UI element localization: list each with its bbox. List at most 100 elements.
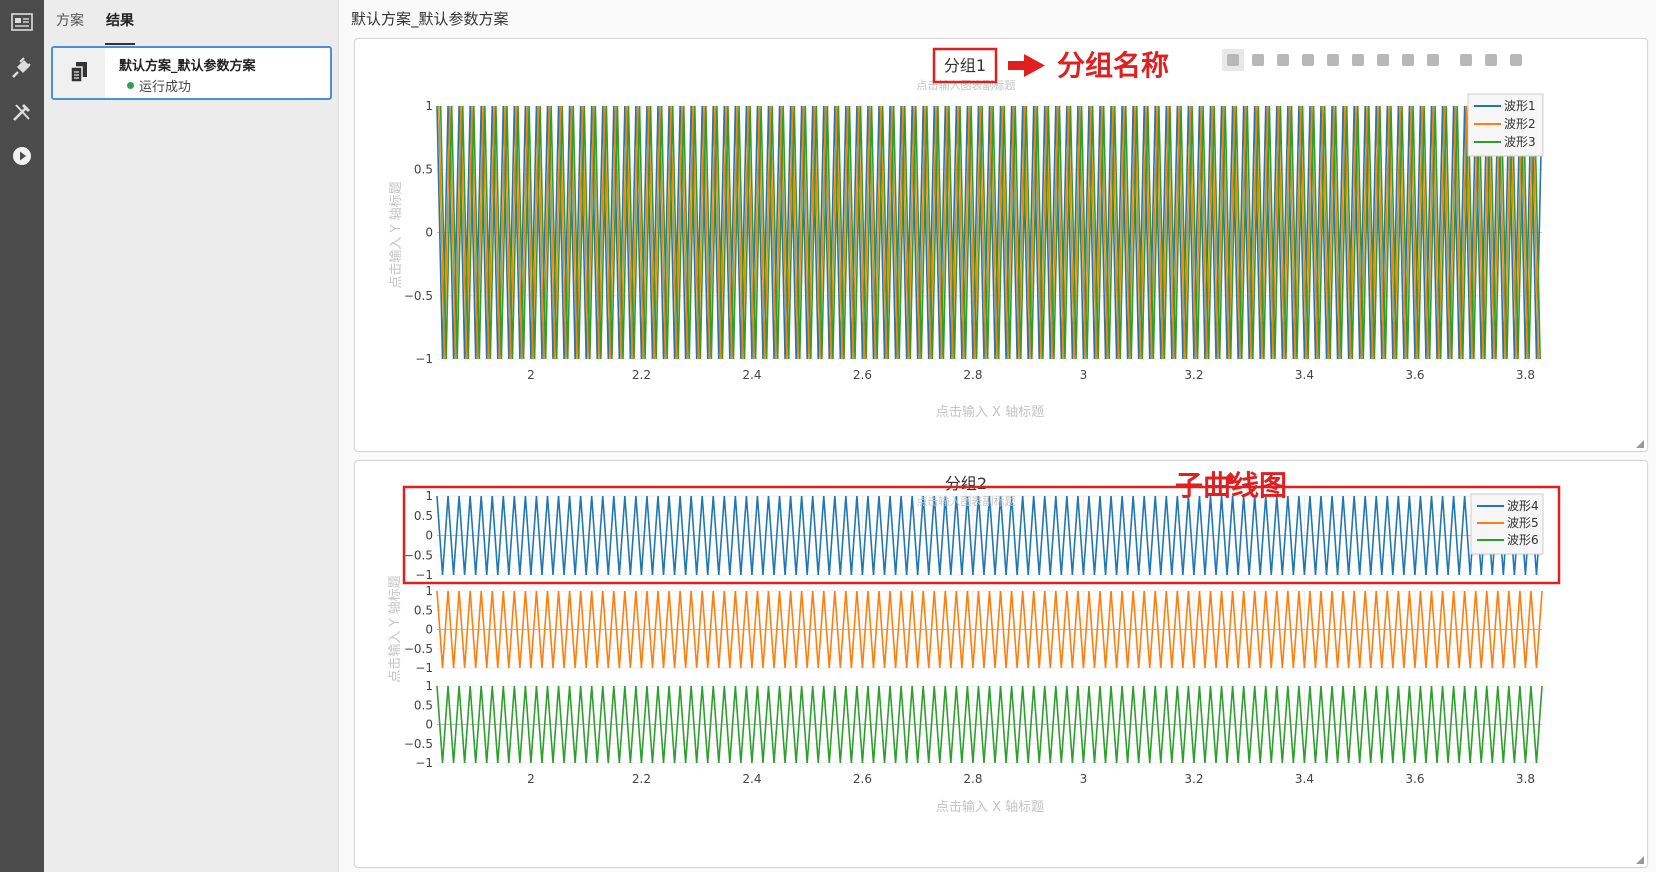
page-title: 默认方案_默认参数方案	[351, 10, 509, 28]
legend-group1: 波形1 波形2 波形3	[1467, 93, 1544, 157]
x-tick-label: 2	[527, 368, 535, 382]
y-tick-label: −0.5	[404, 737, 433, 751]
chart-group1: 2 2.2 2.4 2.6 2.8 3 3.2 3.4 3.6 3.8 1 0.5 0 −0.5 −1 点击…	[388, 47, 1544, 420]
tool-glyph	[1427, 54, 1439, 66]
edit-icon[interactable]	[1510, 54, 1522, 66]
hover-closest-icon[interactable]	[1402, 54, 1414, 66]
tool-glyph	[1377, 54, 1389, 66]
x-tick-label: 3.2	[1184, 368, 1203, 382]
y-tick-label: −0.5	[404, 548, 433, 562]
x-tick-label: 3	[1080, 772, 1088, 786]
group2-title[interactable]: 分组2	[945, 474, 987, 493]
chart-subtitle-placeholder[interactable]: 点击输入图表副标题	[917, 78, 1016, 92]
legend-group2: 波形4 波形5 波形6	[1470, 493, 1544, 555]
tool-glyph	[1227, 54, 1239, 66]
y-tick-label: 1	[425, 99, 433, 113]
autoscale-icon[interactable]	[1327, 54, 1339, 66]
x-tick-label: 3.4	[1295, 772, 1314, 786]
tab-scheme[interactable]: 方案	[56, 10, 84, 30]
run-icon[interactable]	[0, 134, 44, 178]
y-tick-label: 0	[425, 623, 433, 637]
group1-title[interactable]: 分组1	[944, 56, 986, 75]
active-tab-indicator	[105, 43, 135, 45]
y-tick-label: 0.5	[414, 603, 433, 617]
pan-icon[interactable]	[1252, 54, 1264, 66]
group-name-annotation: 分组名称	[1057, 49, 1169, 82]
tools-icon[interactable]	[0, 90, 44, 134]
zoom-out-icon[interactable]	[1302, 54, 1314, 66]
chart-group2: 1 0.5 0 −0.5 −1 1 0.5 0 −0.5 −1 2 2.2 2.4 2.6 2.8 3 3.2 3…	[387, 469, 1561, 815]
y-axis-title[interactable]: 点击输入 Y 轴标题	[387, 575, 403, 682]
legend-label: 波形2	[1504, 117, 1536, 131]
tool-glyph	[1510, 54, 1522, 66]
tool-glyph	[1402, 54, 1414, 66]
zoom-in-icon[interactable]	[1277, 54, 1289, 66]
documents-icon	[53, 48, 105, 98]
x-tick-label: 2.8	[963, 772, 982, 786]
y-tick-label: −1	[415, 661, 433, 675]
result-item[interactable]: 默认方案_默认参数方案 运行成功	[51, 46, 332, 100]
tool-glyph	[1485, 54, 1497, 66]
tab-results[interactable]: 结果	[106, 10, 134, 30]
reset-axes-icon[interactable]	[1352, 54, 1364, 66]
resize-handle[interactable]	[1636, 440, 1644, 448]
x-tick-label: 2.8	[963, 368, 982, 382]
tool-glyph	[1277, 54, 1289, 66]
legend-label: 波形3	[1504, 135, 1536, 149]
tool-glyph	[1327, 54, 1339, 66]
y-tick-label: −1	[415, 352, 433, 366]
spike-lines-icon[interactable]	[1377, 54, 1389, 66]
y-tick-label: 0	[425, 529, 433, 543]
y-tick-label: −1	[415, 756, 433, 770]
tool-glyph	[1252, 54, 1264, 66]
x-tick-label: 3	[1080, 368, 1088, 382]
y-tick-label: 0.5	[414, 509, 433, 523]
x-tick-label: 2.4	[742, 772, 761, 786]
left-panel: 方案 结果 默认方案_默认参数方案 运行成功	[44, 0, 339, 872]
x-tick-label: 2.2	[632, 368, 651, 382]
plot-toolbar	[1222, 49, 1522, 71]
chart-subtitle-placeholder[interactable]: 点击输入图表副标题	[917, 494, 1016, 508]
x-tick-label: 3.8	[1516, 368, 1535, 382]
red-arrow-icon	[1008, 54, 1045, 77]
x-tick-label: 2.4	[742, 368, 761, 382]
tool-glyph	[1460, 54, 1472, 66]
y-tick-label: −1	[415, 568, 433, 582]
zoom-icon[interactable]	[1222, 49, 1244, 71]
result-status: 运行成功	[139, 80, 192, 95]
tool-glyph	[1302, 54, 1314, 66]
main-area: 默认方案_默认参数方案 2 2.2 2.4 2.6 2.8 3 3.2 3.4 3.6 3.8 1 0…	[339, 0, 1656, 872]
tool-glyph	[1352, 54, 1364, 66]
download-icon[interactable]	[1460, 54, 1472, 66]
y-tick-label: −0.5	[404, 289, 433, 303]
camera-icon[interactable]	[1485, 54, 1497, 66]
chart-panel-group2: 1 0.5 0 −0.5 −1 1 0.5 0 −0.5 −1 2 2.2 2.4 2.6 2.8 3 3.2 3…	[354, 460, 1648, 868]
chart-panel-group1: 2 2.2 2.4 2.6 2.8 3 3.2 3.4 3.6 3.8 1 0.5 0 −0.5 −1 点击…	[354, 38, 1648, 452]
y-tick-label: 0.5	[414, 162, 433, 176]
y-tick-label: 1	[425, 584, 433, 598]
x-tick-label: 2.2	[632, 772, 651, 786]
x-tick-label: 2	[527, 772, 535, 786]
x-axis-title[interactable]: 点击输入 X 轴标题	[936, 799, 1044, 815]
legend-label: 波形1	[1504, 99, 1536, 113]
hover-compare-icon[interactable]	[1427, 54, 1439, 66]
legend-label: 波形4	[1507, 499, 1539, 513]
y-tick-label: 1	[425, 679, 433, 693]
resize-handle[interactable]	[1636, 856, 1644, 864]
x-tick-label: 3.6	[1405, 772, 1424, 786]
x-tick-label: 2.6	[853, 772, 872, 786]
x-tick-label: 3.6	[1405, 368, 1424, 382]
x-tick-label: 3.4	[1295, 368, 1314, 382]
y-tick-label: 0.5	[414, 698, 433, 712]
result-title: 默认方案_默认参数方案	[119, 59, 256, 74]
y-tick-label: 1	[425, 489, 433, 503]
dashboard-icon[interactable]	[0, 0, 44, 44]
status-dot	[127, 82, 134, 89]
x-axis-title[interactable]: 点击输入 X 轴标题	[936, 404, 1044, 420]
plugin-icon[interactable]	[0, 46, 44, 90]
y-axis-title[interactable]: 点击输入 Y 轴标题	[388, 181, 404, 288]
activity-bar	[0, 0, 44, 872]
x-tick-label: 2.6	[853, 368, 872, 382]
y-tick-label: −0.5	[404, 642, 433, 656]
legend-label: 波形6	[1507, 533, 1539, 547]
